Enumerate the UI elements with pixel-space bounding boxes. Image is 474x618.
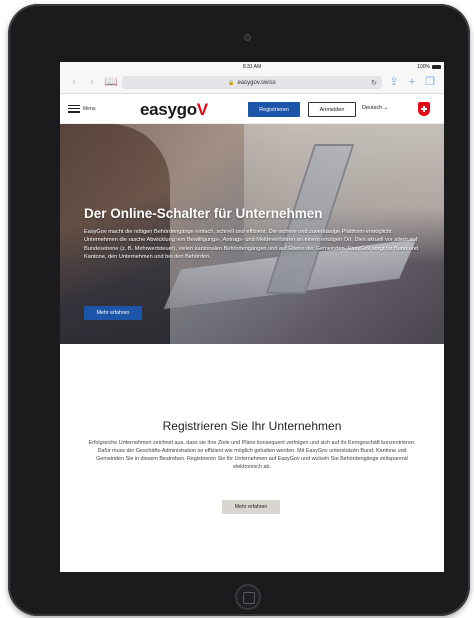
language-select[interactable]: Deutsch ⌄	[362, 105, 388, 111]
address-bar[interactable]: 🔒 easygov.swiss ↻	[122, 76, 382, 89]
browser-toolbar: ‹ › 📖 🔒 easygov.swiss ↻ ⇪ + ❐	[60, 72, 444, 94]
tabs-icon[interactable]: ❐	[424, 77, 436, 88]
status-bar: 8:31 AM 100%	[60, 62, 444, 72]
forward-icon[interactable]: ›	[86, 77, 98, 88]
home-button[interactable]	[235, 584, 261, 610]
hero-section: Der Online-Schalter für Unternehmen Easy…	[60, 124, 444, 344]
bookmarks-icon[interactable]: 📖	[104, 77, 118, 88]
battery-percentage: 100%	[417, 64, 430, 70]
register-more-button[interactable]: Mehr erfahren	[222, 500, 280, 514]
battery-icon	[432, 65, 441, 69]
register-text: Erfolgreiche Unternehmen zeichnet aus, d…	[88, 440, 416, 470]
hero-more-button[interactable]: Mehr erfahren	[84, 306, 142, 320]
share-icon[interactable]: ⇪	[388, 77, 400, 88]
back-icon[interactable]: ‹	[68, 77, 80, 88]
camera-icon	[244, 34, 251, 41]
reload-icon[interactable]: ↻	[371, 79, 377, 87]
hero-title: Der Online-Schalter für Unternehmen	[84, 206, 323, 221]
url-text: easygov.swiss	[237, 79, 276, 86]
easygov-logo[interactable]: easygoV	[140, 100, 208, 120]
hamburger-icon	[68, 104, 80, 113]
register-button[interactable]: Registrieren	[248, 102, 300, 117]
ipad-frame: 8:31 AM 100% ‹ › 📖 🔒 easygov.swiss ↻ ⇪ +…	[8, 4, 470, 616]
lock-icon: 🔒	[228, 79, 235, 86]
register-title: Registrieren Sie Ihr Unternehmen	[162, 419, 342, 433]
menu-label: Menu	[83, 105, 96, 112]
screen: 8:31 AM 100% ‹ › 📖 🔒 easygov.swiss ↻ ⇪ +…	[60, 62, 444, 572]
register-section: Registrieren Sie Ihr Unternehmen Erfolgr…	[60, 344, 444, 572]
hero-text: EasyGov macht die nötigen Behördengänge …	[84, 229, 418, 261]
language-label: Deutsch	[362, 105, 383, 111]
status-time: 8:31 AM	[242, 64, 262, 70]
logo-text: easygo	[140, 100, 197, 119]
logo-accent: V	[196, 100, 208, 119]
swiss-shield-icon	[418, 102, 430, 116]
chevron-down-icon: ⌄	[383, 105, 389, 111]
menu-button[interactable]: Menu	[68, 104, 96, 113]
new-tab-icon[interactable]: +	[406, 77, 418, 88]
login-button[interactable]: Anmelden	[308, 102, 356, 117]
site-header: Menu easygoV Registrieren Anmelden Deuts…	[60, 94, 444, 124]
